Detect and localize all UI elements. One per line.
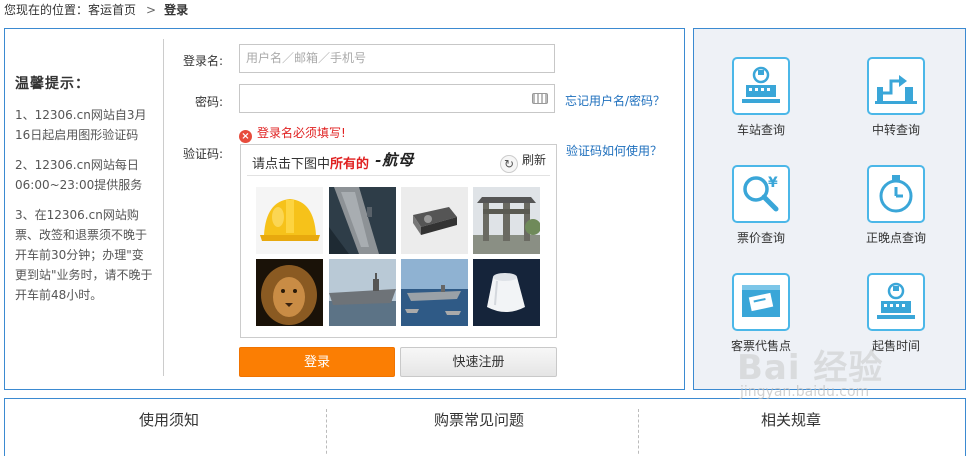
watermark-url: jingyan.baidu.com	[740, 384, 870, 400]
captcha-tile-stone-archway[interactable]	[473, 187, 540, 254]
password-input[interactable]	[239, 84, 555, 113]
captcha-prompt-emphasis: 所有的	[330, 157, 370, 172]
captcha-tile-safety-helmet[interactable]	[256, 187, 323, 254]
station-icon	[732, 57, 790, 115]
ticket-agency-icon	[732, 273, 790, 331]
breadcrumb-home-link[interactable]: 客运首页	[88, 3, 136, 17]
captcha-header: 请点击下图中所有的 -航母 ↻ 刷新	[247, 145, 550, 176]
quick-links-panel: 车站查询 中转查询 ¥ 票价查询 正晚点查询 客票代售点 起售时间	[693, 28, 966, 390]
username-label: 登录名:	[182, 54, 223, 68]
keyboard-icon[interactable]	[532, 93, 548, 104]
breadcrumb-prefix: 您现在的位置：	[4, 3, 89, 17]
breadcrumb-current: 登录	[164, 3, 189, 17]
quick-link-label: 车站查询	[736, 123, 785, 137]
username-input[interactable]: 用户名／邮箱／手机号	[239, 44, 555, 73]
captcha-tile-white-lampshade[interactable]	[473, 259, 540, 326]
quick-link-label: 中转查询	[871, 123, 920, 137]
tip-item: 1、12306.cn网站自3月16日起启用图形验证码	[15, 108, 147, 142]
svg-text:¥: ¥	[768, 175, 778, 191]
tab-divider	[326, 409, 327, 456]
quick-link-ticket-price[interactable]: ¥ 票价查询	[711, 165, 811, 246]
captcha-widget: 请点击下图中所有的 -航母 ↻ 刷新	[240, 144, 557, 338]
captcha-label: 验证码:	[182, 147, 223, 161]
transfer-icon	[867, 57, 925, 115]
captcha-tile-lion[interactable]	[256, 259, 323, 326]
captcha-tile-aircraft-carrier-fleet[interactable]	[401, 259, 468, 326]
tab-regulations[interactable]: 相关规章	[761, 409, 821, 430]
captcha-help-link[interactable]: 验证码如何使用？	[566, 142, 662, 159]
tips-title: 温馨提示：	[15, 76, 90, 92]
captcha-prompt-prefix: 请点击下图中	[252, 157, 331, 172]
breadcrumb-separator: >	[146, 3, 157, 17]
captcha-prompt: 请点击下图中所有的	[252, 153, 369, 172]
tips-panel: 温馨提示： 1、12306.cn网站自3月16日起启用图形验证码 2、12306…	[15, 73, 155, 315]
quick-link-label: 票价查询	[736, 231, 785, 245]
tip-item: 2、12306.cn网站每日06:00~23:00提供服务	[15, 158, 143, 192]
captcha-target-word: -航母	[375, 151, 415, 169]
quick-link-station[interactable]: 车站查询	[711, 57, 811, 138]
captcha-tile-aircraft-carrier-aerial[interactable]	[329, 187, 396, 254]
tab-ticket-faq[interactable]: 购票常见问题	[434, 409, 524, 430]
bottom-info-panel: 使用须知 购票常见问题 相关规章	[4, 398, 966, 456]
captcha-tile-aircraft-carrier-side[interactable]	[329, 259, 396, 326]
username-error: × 登录名必须填写!	[239, 124, 346, 143]
error-text: 登录名必须填写!	[257, 126, 346, 140]
tab-divider	[638, 409, 639, 456]
captcha-tile-projector[interactable]	[401, 187, 468, 254]
forgot-password-link[interactable]: 忘记用户名/密码？	[565, 92, 665, 109]
quick-link-transfer[interactable]: 中转查询	[846, 57, 946, 138]
tip-item: 3、在12306.cn网站购票、改签和退票须不晚于开车前30分钟；办理"变更到站…	[15, 208, 153, 302]
refresh-label: 刷新	[521, 153, 546, 167]
vertical-divider	[163, 39, 164, 376]
breadcrumb: 您现在的位置：客运首页 > 登录	[4, 1, 188, 19]
tab-usage-notice[interactable]: 使用须知	[139, 409, 199, 430]
sale-time-icon	[867, 273, 925, 331]
quick-register-button[interactable]: 快速注册	[400, 347, 557, 377]
refresh-icon: ↻	[499, 155, 518, 173]
timer-icon	[867, 165, 925, 223]
login-button[interactable]: 登录	[239, 347, 395, 377]
quick-link-label: 正晚点查询	[865, 231, 926, 245]
captcha-refresh-button[interactable]: ↻ 刷新	[499, 151, 546, 173]
username-placeholder: 用户名／邮箱／手机号	[246, 51, 367, 65]
quick-link-delay[interactable]: 正晚点查询	[846, 165, 946, 246]
login-panel: 温馨提示： 1、12306.cn网站自3月16日起启用图形验证码 2、12306…	[4, 28, 685, 390]
baidu-jingyan-watermark: Bai 经验	[737, 348, 884, 388]
error-x-icon: ×	[239, 130, 252, 143]
password-label: 密码:	[194, 95, 223, 109]
ticket-price-icon: ¥	[732, 165, 790, 223]
